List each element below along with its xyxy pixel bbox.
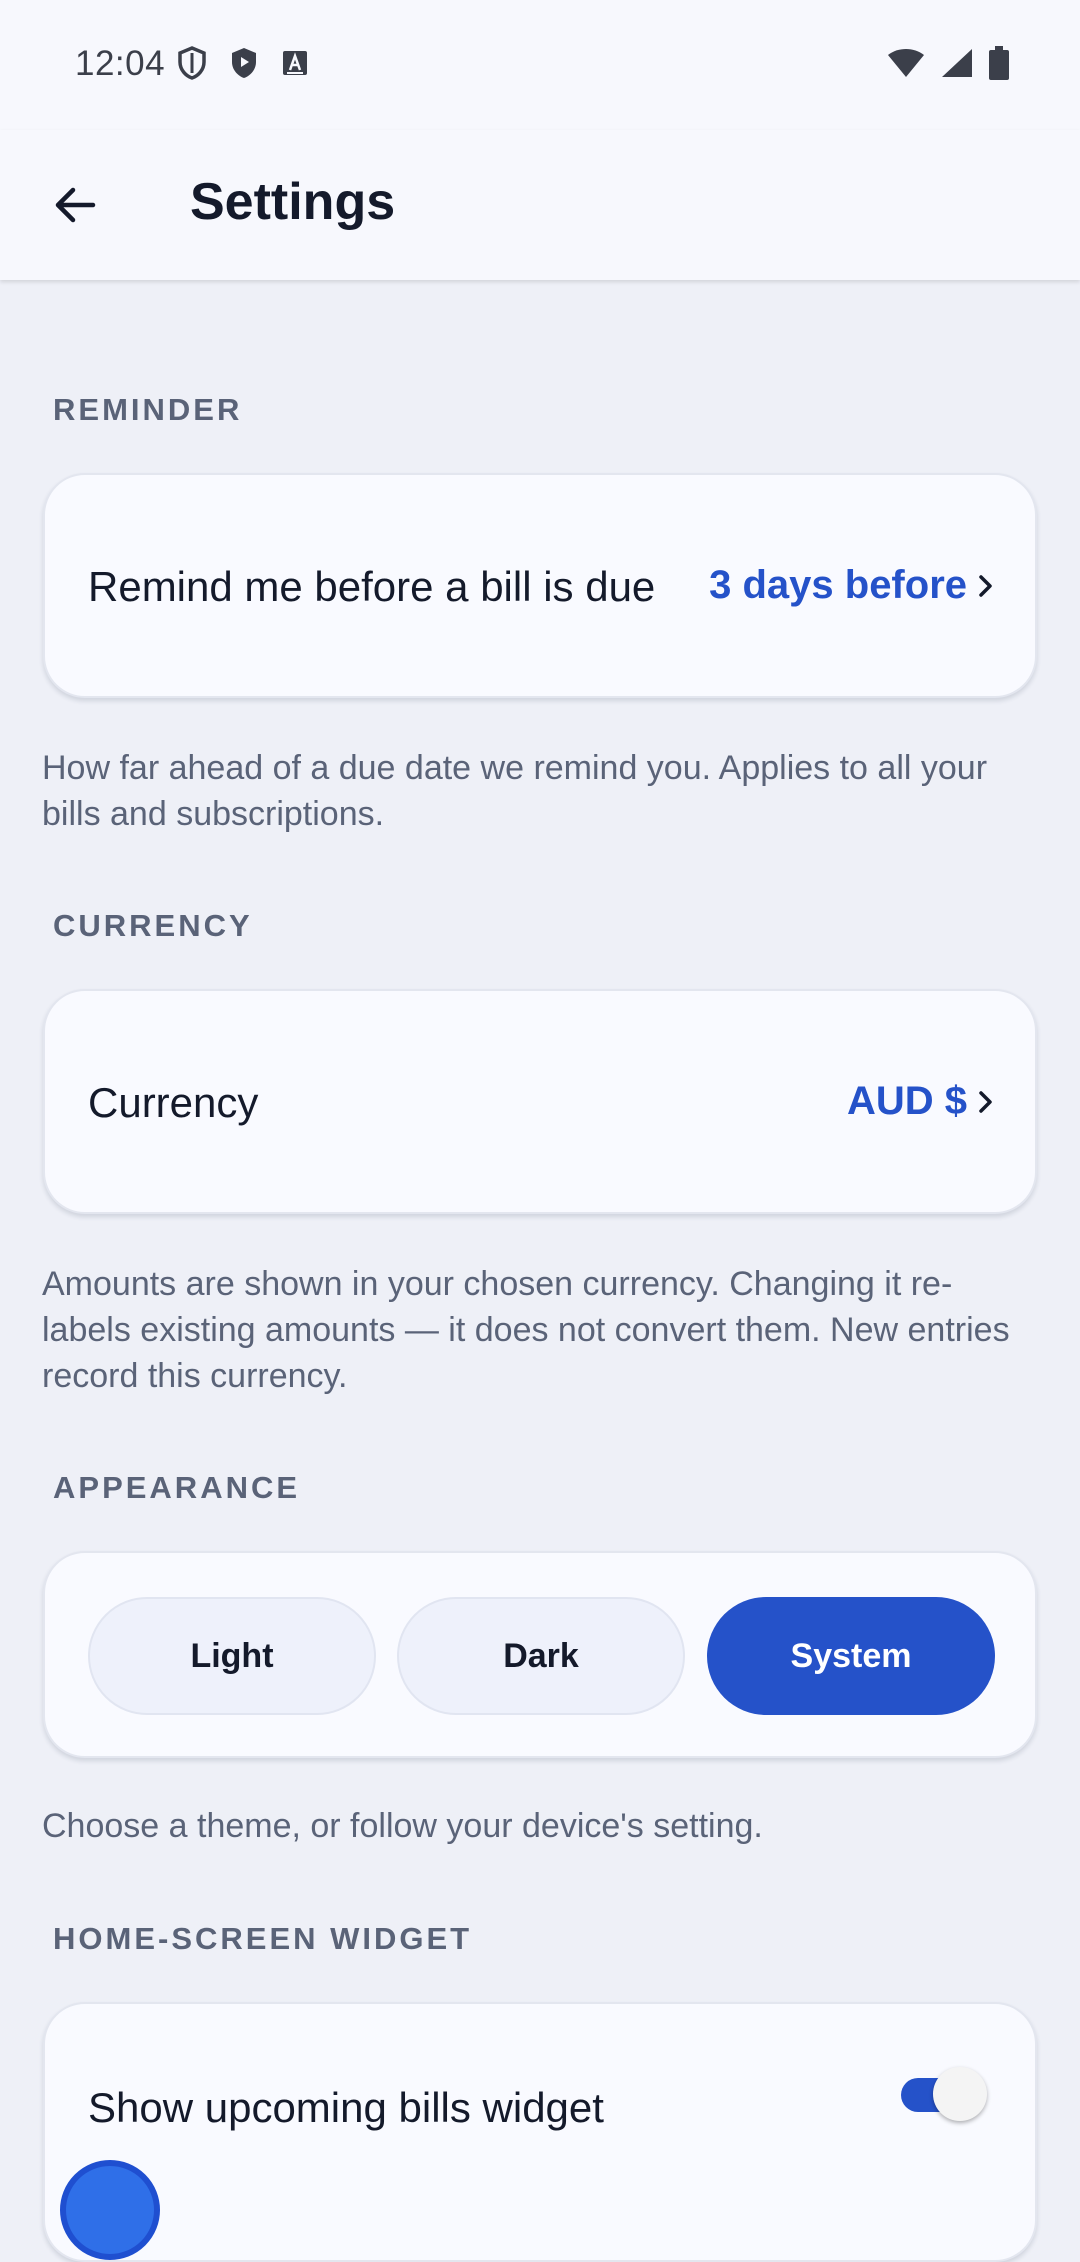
reminder-helper-text: How far ahead of a due date we remind yo… bbox=[42, 749, 988, 833]
status-icons-right bbox=[886, 46, 1010, 80]
arrow-left-icon bbox=[55, 187, 96, 223]
reminder-value-button[interactable]: 3 days before bbox=[709, 563, 995, 608]
chevron-right-icon bbox=[979, 574, 992, 597]
reminder-value: 3 days before bbox=[709, 563, 967, 607]
wifi-icon bbox=[888, 49, 924, 77]
signal-icon bbox=[942, 49, 972, 77]
theme-option-system[interactable]: System bbox=[707, 1597, 995, 1715]
page-title: Settings bbox=[190, 173, 396, 231]
chevron-right-icon bbox=[979, 1090, 992, 1113]
shield-outline-icon bbox=[178, 46, 206, 80]
section-label-widget: HOME-SCREEN WIDGET bbox=[53, 1921, 473, 1956]
appearance-card: Light Dark System bbox=[43, 1551, 1037, 1758]
back-button[interactable] bbox=[40, 170, 110, 240]
app-bar: Settings bbox=[0, 130, 1080, 280]
section-label-appearance: APPEARANCE bbox=[53, 1470, 301, 1505]
theme-option-dark[interactable]: Dark bbox=[397, 1597, 685, 1715]
section-label-reminder: REMINDER bbox=[53, 392, 243, 427]
reminder-row-label: Remind me before a bill is due bbox=[88, 563, 656, 610]
play-shield-icon bbox=[232, 48, 256, 78]
currency-card[interactable]: Currency AUD $ bbox=[43, 989, 1037, 1214]
reminder-card[interactable]: Remind me before a bill is due 3 days be… bbox=[43, 473, 1037, 698]
toggle-thumb bbox=[933, 2067, 987, 2121]
section-label-currency: CURRENCY bbox=[53, 908, 253, 943]
currency-row-label: Currency bbox=[88, 1079, 259, 1126]
status-time: 12:04 bbox=[75, 44, 166, 83]
currency-helper-text: Amounts are shown in your chosen currenc… bbox=[42, 1265, 1010, 1395]
widget-toggle[interactable] bbox=[901, 2067, 987, 2121]
keyboard-a-icon bbox=[283, 51, 307, 75]
currency-value-button[interactable]: AUD $ bbox=[847, 1079, 995, 1124]
theme-option-light[interactable]: Light bbox=[88, 1597, 376, 1715]
appearance-helper-text: Choose a theme, or follow your device's … bbox=[42, 1807, 763, 1845]
battery-icon bbox=[989, 46, 1009, 80]
fab-button[interactable] bbox=[60, 2160, 160, 2260]
widget-card: Show upcoming bills widget bbox=[43, 2002, 1037, 2262]
status-icons-left bbox=[177, 46, 309, 80]
currency-value: AUD $ bbox=[846, 1079, 967, 1123]
status-bar: 12:04 bbox=[0, 0, 1080, 130]
widget-row-label: Show upcoming bills widget bbox=[88, 2084, 604, 2131]
